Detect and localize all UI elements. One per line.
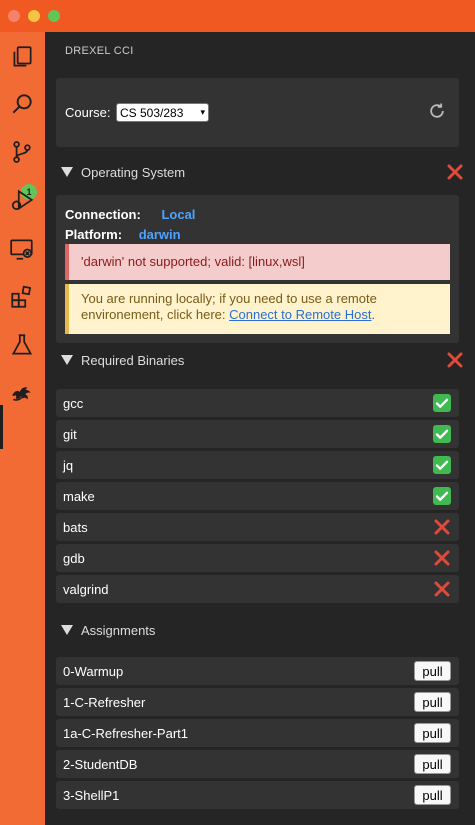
collapse-triangle-icon bbox=[61, 355, 73, 365]
binary-name: git bbox=[63, 427, 77, 442]
section-header-os[interactable]: Operating System bbox=[60, 161, 465, 183]
pull-button[interactable]: pull bbox=[414, 754, 451, 774]
section-title-binaries: Required Binaries bbox=[81, 352, 185, 368]
assignment-row: 1a-C-Refresher-Part1 pull bbox=[56, 719, 459, 747]
os-panel: Connection: Local Platform: darwin 'darw… bbox=[56, 195, 459, 343]
section-title-os: Operating System bbox=[81, 164, 186, 180]
assignment-row: 1-C-Refresher pull bbox=[56, 688, 459, 716]
chevron-updown-icon: ▾ bbox=[200, 107, 205, 117]
zoom-window-button[interactable] bbox=[48, 10, 60, 22]
connect-remote-host-link[interactable]: Connect to Remote Host bbox=[229, 307, 371, 322]
platform-row: Platform: darwin bbox=[65, 227, 181, 242]
window-titlebar bbox=[0, 0, 475, 32]
assignment-row: 2-StudentDB pull bbox=[56, 750, 459, 778]
pull-button[interactable]: pull bbox=[414, 785, 451, 805]
platform-value: darwin bbox=[138, 227, 181, 242]
section-header-binaries[interactable]: Required Binaries bbox=[60, 349, 465, 371]
close-window-button[interactable] bbox=[8, 10, 20, 22]
binary-row: gdb bbox=[56, 544, 459, 572]
binary-name: gdb bbox=[63, 551, 85, 566]
binary-name: make bbox=[63, 489, 95, 504]
active-indicator bbox=[0, 405, 3, 449]
assignment-row: 3-ShellP1 pull bbox=[56, 781, 459, 809]
source-control-icon[interactable] bbox=[7, 137, 37, 167]
pull-button[interactable]: pull bbox=[414, 723, 451, 743]
remote-explorer-icon[interactable] bbox=[7, 234, 37, 264]
refresh-icon[interactable] bbox=[427, 101, 447, 121]
section-header-assignments[interactable]: Assignments bbox=[60, 619, 465, 641]
assignment-row: 0-Warmup pull bbox=[56, 657, 459, 685]
warning-suffix: . bbox=[371, 307, 376, 322]
explorer-icon[interactable] bbox=[7, 42, 37, 72]
minimize-window-button[interactable] bbox=[28, 10, 40, 22]
assignment-name: 1a-C-Refresher-Part1 bbox=[63, 726, 188, 741]
assignment-name: 3-ShellP1 bbox=[63, 788, 120, 803]
course-panel: Course: CS 503/283 ▾ bbox=[56, 78, 459, 147]
collapse-triangle-icon bbox=[61, 625, 73, 635]
binary-row: jq bbox=[56, 451, 459, 479]
assignment-name: 0-Warmup bbox=[63, 664, 124, 679]
assignment-name: 1-C-Refresher bbox=[63, 695, 146, 710]
course-select-value: CS 503/283 bbox=[120, 105, 184, 120]
local-warning-message: You are running locally; if you need to … bbox=[65, 284, 450, 334]
binary-row: git bbox=[56, 420, 459, 448]
pull-button[interactable]: pull bbox=[414, 661, 451, 681]
binary-row: bats bbox=[56, 513, 459, 541]
platform-label: Platform: bbox=[65, 227, 123, 242]
platform-error-message: 'darwin' not supported; valid: [linux,ws… bbox=[65, 244, 450, 280]
close-x-icon[interactable] bbox=[445, 350, 465, 370]
run-debug-icon[interactable] bbox=[7, 186, 37, 216]
cross-icon bbox=[434, 550, 450, 566]
check-icon bbox=[433, 394, 451, 412]
binary-row: valgrind bbox=[56, 575, 459, 603]
binary-name: bats bbox=[63, 520, 88, 535]
binary-name: jq bbox=[63, 458, 74, 473]
check-icon bbox=[433, 487, 451, 505]
binary-name: gcc bbox=[63, 396, 84, 411]
cross-icon bbox=[434, 519, 450, 535]
check-icon bbox=[433, 425, 451, 443]
collapse-triangle-icon bbox=[61, 167, 73, 177]
course-label: Course: bbox=[65, 105, 111, 120]
connection-label: Connection: bbox=[65, 207, 141, 222]
extensions-icon[interactable] bbox=[7, 282, 37, 312]
drexel-dragon-icon[interactable] bbox=[7, 378, 37, 408]
connection-row: Connection: Local bbox=[65, 207, 195, 222]
course-select[interactable]: CS 503/283 ▾ bbox=[116, 103, 209, 122]
activity-bar: 1 bbox=[0, 32, 45, 825]
section-title-assignments: Assignments bbox=[81, 622, 156, 638]
sidebar-title: DREXEL CCI bbox=[65, 45, 134, 57]
cross-icon bbox=[434, 581, 450, 597]
connection-value: Local bbox=[161, 207, 196, 222]
assignment-name: 2-StudentDB bbox=[63, 757, 138, 772]
search-icon[interactable] bbox=[7, 89, 37, 119]
close-x-icon[interactable] bbox=[445, 162, 465, 182]
binary-name: valgrind bbox=[63, 582, 109, 597]
testing-flask-icon[interactable] bbox=[7, 330, 37, 360]
binary-row: make bbox=[56, 482, 459, 510]
drexel-cci-sidebar: DREXEL CCI Course: CS 503/283 ▾ Operatin… bbox=[45, 32, 475, 825]
binary-row: gcc bbox=[56, 389, 459, 417]
pull-button[interactable]: pull bbox=[414, 692, 451, 712]
check-icon bbox=[433, 456, 451, 474]
